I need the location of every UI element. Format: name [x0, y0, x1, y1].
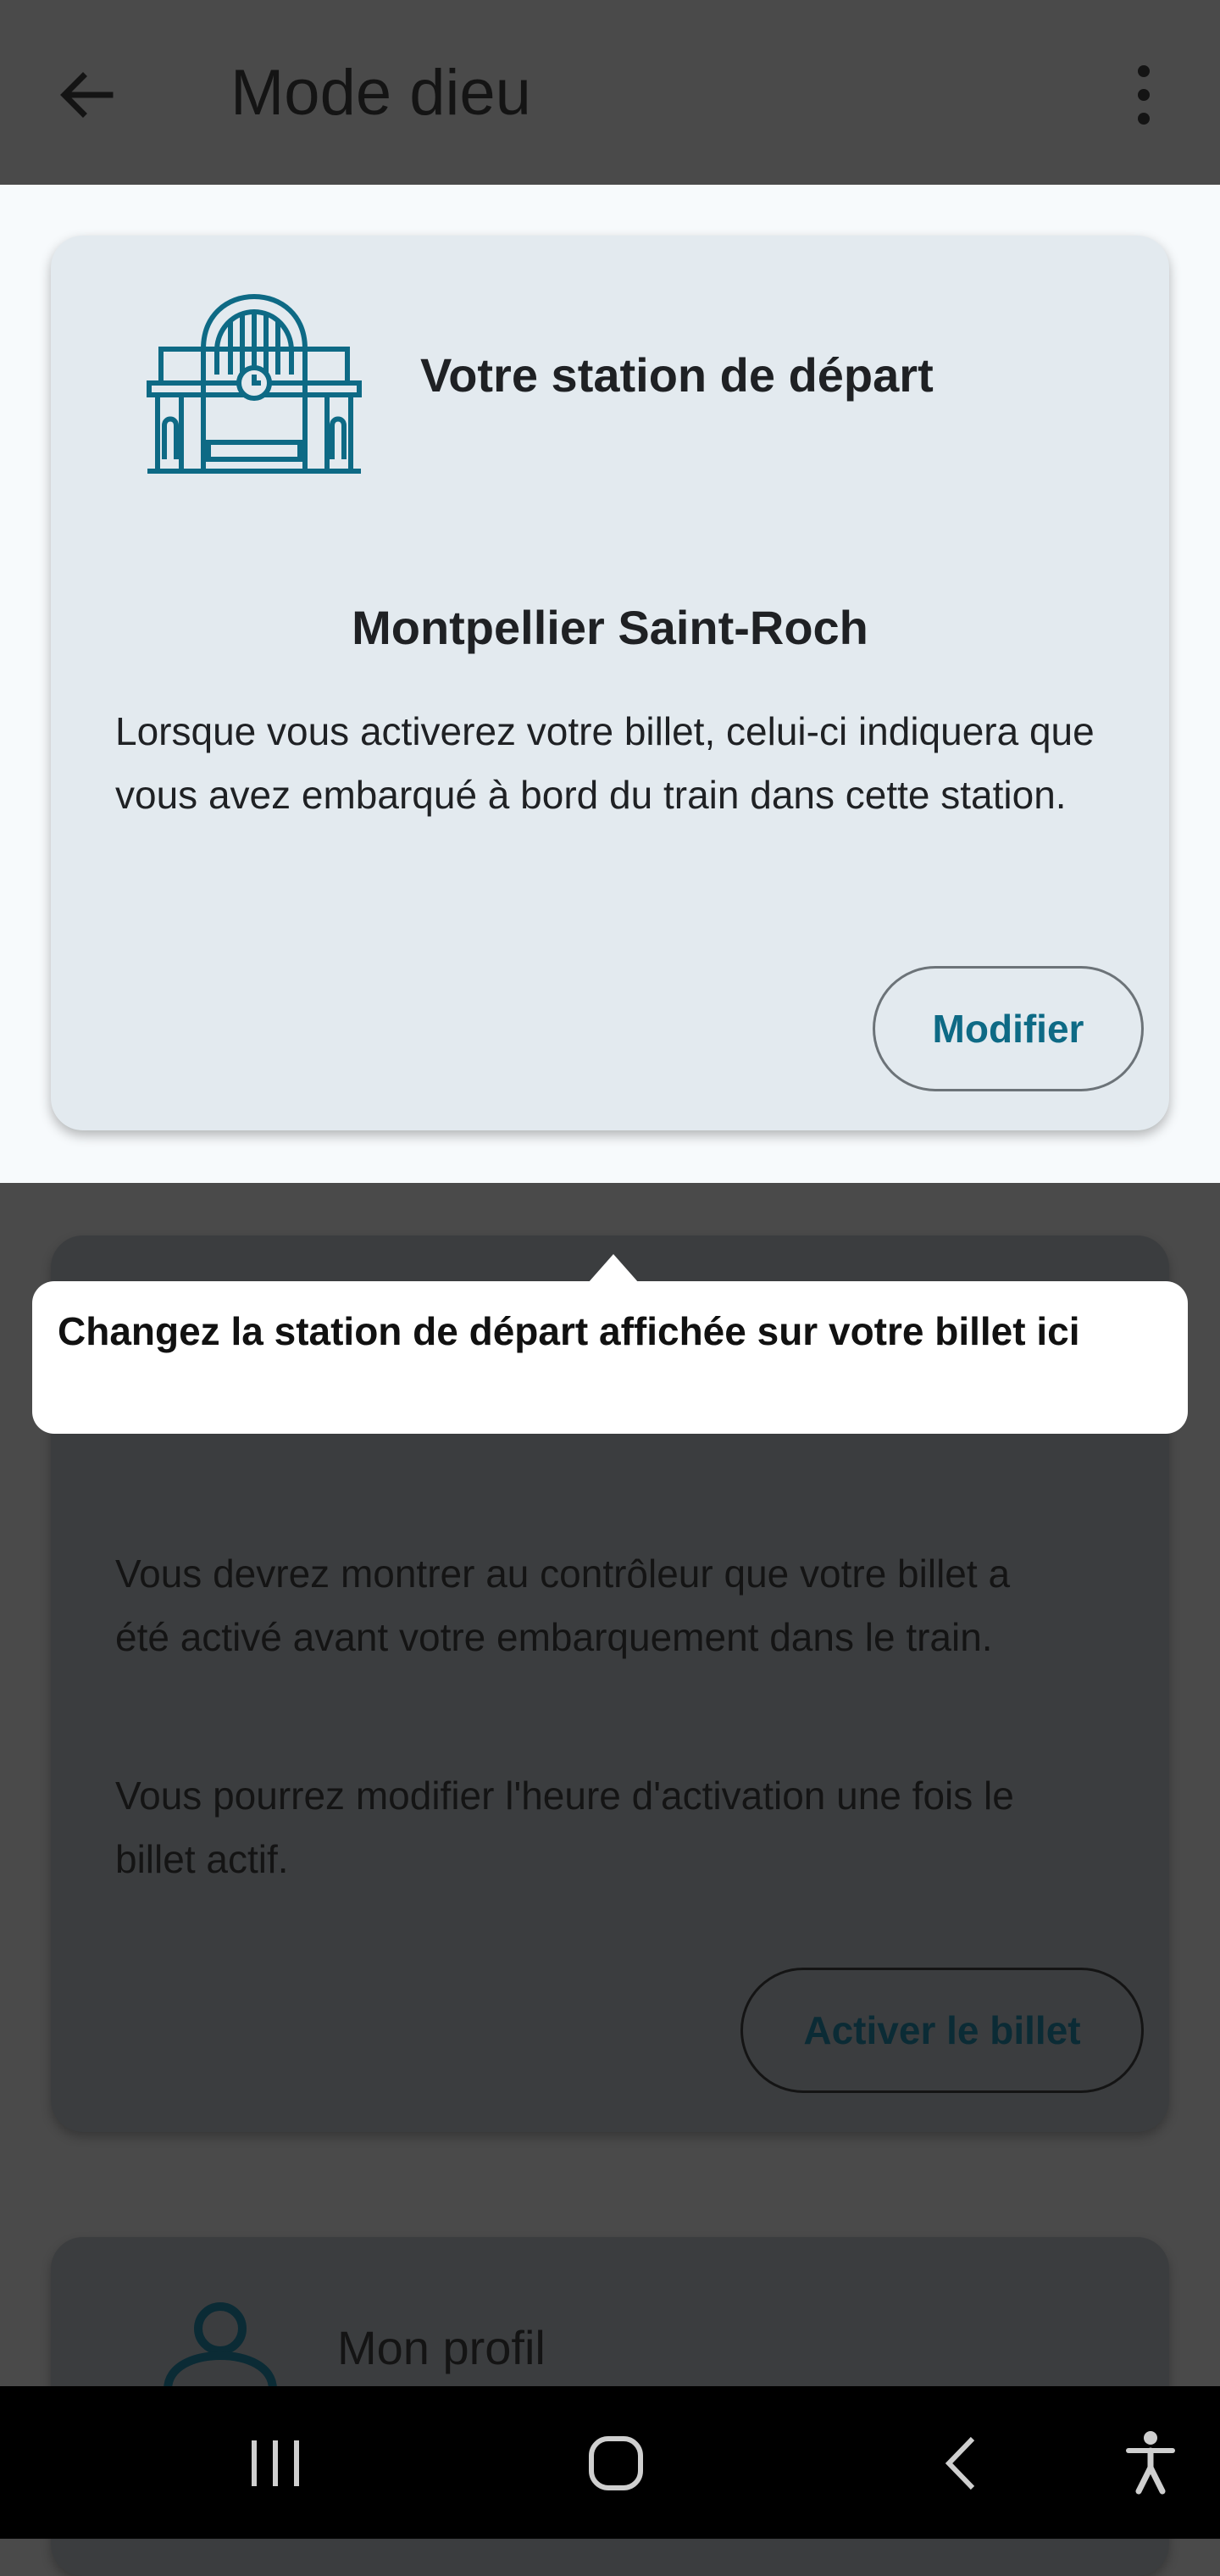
tooltip-arrow: [588, 1254, 639, 1283]
page-title: Mode dieu: [230, 57, 531, 129]
more-vert-icon[interactable]: [1127, 61, 1161, 129]
recent-apps-icon[interactable]: [246, 2434, 305, 2493]
person-icon: [164, 2302, 277, 2390]
tooltip-text: Changez la station de départ affichée su…: [58, 1309, 1080, 1353]
card-title: Votre station de départ: [420, 348, 934, 402]
station-description: Lorsque vous activerez votre billet, cel…: [115, 709, 1095, 817]
accessibility-icon[interactable]: [1125, 2430, 1176, 2495]
departure-station-card: Votre station de départ Montpellier Sain…: [51, 236, 1169, 1130]
activate-ticket-button[interactable]: Activer le billet: [740, 1968, 1144, 2093]
station-name: Montpellier Saint-Roch: [352, 601, 868, 654]
back-chevron-icon[interactable]: [940, 2434, 983, 2493]
profile-label: Mon profil: [337, 2321, 546, 2374]
system-nav-bar: [0, 2386, 1220, 2539]
coach-mark-tooltip[interactable]: Changez la station de départ affichée su…: [32, 1281, 1188, 1434]
train-station-icon: [147, 293, 362, 474]
app-bar: Mode dieu: [0, 0, 1220, 185]
modify-station-button[interactable]: Modifier: [873, 966, 1144, 1091]
activation-paragraph-1: Vous devrez montrer au contrôleur que vo…: [115, 1552, 1011, 1659]
home-icon[interactable]: [586, 2434, 646, 2493]
activation-paragraph-2: Vous pourrez modifier l'heure d'activati…: [115, 1774, 1014, 1881]
arrow-left-icon[interactable]: [53, 61, 120, 129]
